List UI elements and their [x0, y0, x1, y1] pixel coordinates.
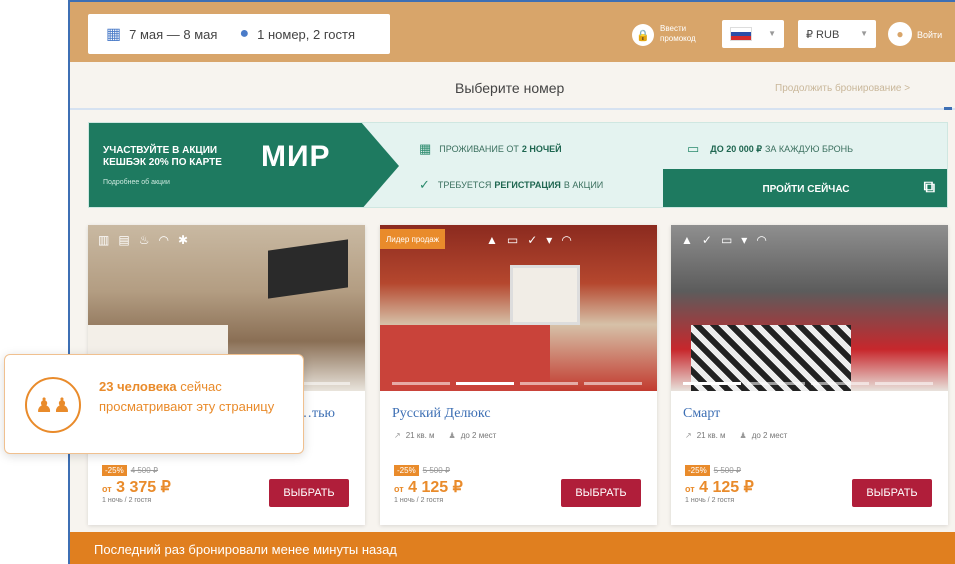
- amenities: ▲ ▭ ✓ ▾ ◠: [486, 233, 572, 247]
- viewers-text: 23 человека сейчас просматривают эту стр…: [99, 379, 275, 414]
- last-booking-bar: Последний раз бронировали менее минуты н…: [70, 532, 955, 564]
- login-link[interactable]: Войти: [917, 30, 942, 40]
- dates-text: 7 мая — 8 мая: [129, 26, 218, 42]
- bestseller-badge: Лидер продаж: [380, 229, 446, 249]
- room-card[interactable]: ▲ ✓ ▭ ▾ ◠ Смарт ↗ 21 кв. м ♟ до 2 мест -25…: [671, 225, 948, 525]
- car-icon: ▲: [486, 233, 498, 247]
- bath-icon: ♨: [138, 233, 150, 247]
- photo-pager[interactable]: [392, 382, 642, 385]
- tv-icon: ▭: [506, 233, 519, 247]
- tv-icon: ▭: [720, 233, 733, 247]
- discount: -25% 5 500 ₽: [685, 465, 741, 476]
- chevron-down-icon: ▼: [768, 29, 776, 38]
- per-night: 1 ночь / 2 гостя: [394, 497, 444, 504]
- room-name[interactable]: Смарт: [683, 406, 720, 422]
- hairdryer-icon: ▾: [546, 233, 553, 247]
- per-night: 1 ночь / 2 гостя: [102, 497, 152, 504]
- banner-item-cashback: ▭ ДО 20 000 ₽ ЗА КАЖДУЮ БРОНЬ: [687, 141, 854, 156]
- language-select[interactable]: ▼: [722, 20, 784, 48]
- room-meta: ↗ 21 кв. м ♟ до 2 мест: [685, 431, 788, 440]
- wifi-icon: ◠: [158, 233, 169, 247]
- promo-code-link[interactable]: Ввести промокод: [660, 24, 696, 44]
- russia-flag-icon: [730, 27, 752, 41]
- room-card[interactable]: Лидер продаж ▲ ▭ ✓ ▾ ◠ Русский Делюкс ↗ 2…: [380, 225, 657, 525]
- banner-item-nights: ▦ ПРОЖИВАНИЕ ОТ 2 НОЧЕЙ: [419, 141, 562, 156]
- check-icon: ✓: [527, 233, 538, 247]
- select-room-button[interactable]: ВЫБРАТЬ: [852, 479, 932, 507]
- discount: -25% 5 500 ₽: [394, 465, 450, 476]
- snowflake-icon: ✱: [177, 233, 188, 247]
- banner-left: УЧАСТВУЙТЕ В АКЦИИ КЕШБЭК 20% ПО КАРТЕ М…: [89, 123, 399, 207]
- window-image: [510, 265, 580, 325]
- mir-logo: МИР: [261, 140, 331, 173]
- account-icon[interactable]: ●: [888, 22, 912, 46]
- city-icon: ▤: [118, 233, 130, 247]
- guests-icon: ♟: [739, 431, 747, 440]
- wifi-icon: ◠: [756, 233, 767, 247]
- viewers-popup[interactable]: ♟♟ 23 человека сейчас просматривают эту …: [4, 354, 304, 454]
- wallet-icon: ▭: [687, 141, 700, 156]
- progress-bar: [70, 107, 955, 110]
- select-room-button[interactable]: ВЫБРАТЬ: [561, 479, 641, 507]
- wardrobe-icon: ▥: [98, 233, 110, 247]
- search-summary[interactable]: ▦ 7 мая — 8 мая ● 1 номер, 2 гостя: [88, 14, 390, 54]
- lock-icon[interactable]: 🔒: [632, 24, 654, 46]
- check-circle-icon: ✓: [419, 177, 430, 192]
- area-icon: ↗: [394, 431, 401, 440]
- photo-pager[interactable]: [683, 382, 933, 385]
- car-icon: ▲: [681, 233, 693, 247]
- discount: -25% 4 500 ₽: [102, 465, 158, 476]
- banner-title: УЧАСТВУЙТЕ В АКЦИИ КЕШБЭК 20% ПО КАРТЕ: [103, 145, 222, 168]
- guests-icon: ♟: [448, 431, 456, 440]
- wifi-icon: ◠: [561, 233, 572, 247]
- amenities: ▥ ▤ ♨ ◠ ✱: [98, 233, 188, 247]
- room-photo[interactable]: Лидер продаж ▲ ▭ ✓ ▾ ◠: [380, 225, 657, 391]
- mir-promo-banner: УЧАСТВУЙТЕ В АКЦИИ КЕШБЭК 20% ПО КАРТЕ М…: [88, 122, 948, 208]
- guests-text: 1 номер, 2 гостя: [257, 26, 356, 42]
- hairdryer-icon: ▾: [741, 233, 748, 247]
- continue-booking-link[interactable]: Продолжить бронирование >: [775, 83, 910, 94]
- per-night: 1 ночь / 2 гостя: [685, 497, 735, 504]
- currency-value: ₽ RUB: [806, 28, 840, 41]
- room-photo[interactable]: ▲ ✓ ▭ ▾ ◠: [671, 225, 948, 391]
- calendar-icon: ▦: [419, 141, 432, 156]
- room-price: от 4 125 ₽: [394, 479, 463, 496]
- area-icon: ↗: [685, 431, 692, 440]
- room-name[interactable]: Русский Делюкс: [392, 406, 491, 422]
- banner-item-registration: ✓ ТРЕБУЕТСЯ РЕГИСТРАЦИЯ В АКЦИИ: [419, 177, 604, 192]
- booking-widget: ▦ 7 мая — 8 мая ● 1 номер, 2 гостя 🔒 Вве…: [68, 0, 955, 564]
- people-icon: ♟♟: [25, 377, 81, 433]
- room-meta: ↗ 21 кв. м ♟ до 2 мест: [394, 431, 497, 440]
- amenities: ▲ ✓ ▭ ▾ ◠: [681, 233, 767, 247]
- chevron-down-icon: ▼: [860, 29, 868, 38]
- booking-steps: Выберите номер Продолжить бронирование >: [70, 62, 955, 110]
- step-title: Выберите номер: [455, 80, 565, 96]
- user-icon: ●: [239, 25, 250, 42]
- select-room-button[interactable]: ВЫБРАТЬ: [269, 479, 349, 507]
- top-bar: ▦ 7 мая — 8 мая ● 1 номер, 2 гостя 🔒 Вве…: [70, 2, 955, 62]
- room-price: от 3 375 ₽: [102, 479, 171, 496]
- go-now-button[interactable]: ПРОЙТИ СЕЙЧАС ⧉: [663, 169, 947, 207]
- room-price: от 4 125 ₽: [685, 479, 754, 496]
- check-icon: ✓: [701, 233, 712, 247]
- external-link-icon: ⧉: [923, 179, 935, 196]
- promo-details-link[interactable]: Подробнее об акции: [103, 179, 170, 186]
- currency-select[interactable]: ₽ RUB ▼: [798, 20, 876, 48]
- calendar-icon: ▦: [106, 26, 122, 43]
